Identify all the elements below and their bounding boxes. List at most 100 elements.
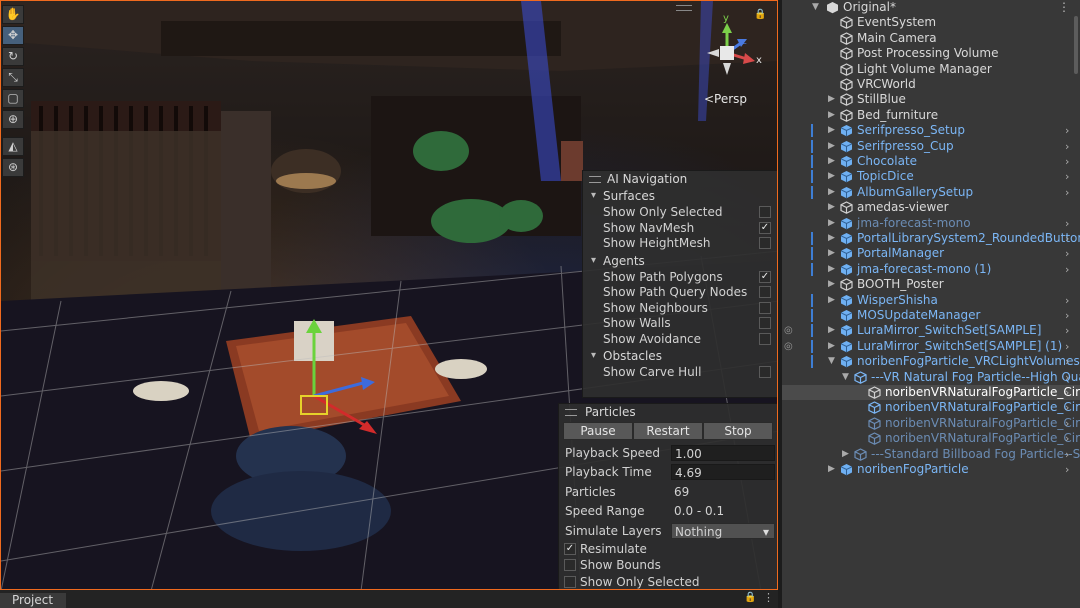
open-prefab-chevron-icon[interactable]: › bbox=[1065, 293, 1069, 308]
hierarchy-item[interactable]: ▶ WisperShisha › bbox=[782, 293, 1080, 308]
simulate-layers-dropdown[interactable]: Nothing bbox=[671, 522, 775, 540]
open-prefab-chevron-icon[interactable]: › bbox=[1065, 431, 1069, 446]
expand-right-icon[interactable]: ▶ bbox=[828, 123, 835, 138]
open-prefab-chevron-icon[interactable]: › bbox=[1065, 231, 1069, 246]
rotate-tool-button[interactable]: ↻ bbox=[2, 47, 24, 66]
expand-right-icon[interactable]: ▶ bbox=[842, 447, 849, 462]
option-row[interactable]: Show Walls bbox=[583, 316, 777, 332]
hierarchy-item[interactable]: ▶ StillBlue bbox=[782, 92, 1080, 107]
checkbox-checked[interactable]: ✓ bbox=[759, 221, 771, 234]
expand-right-icon[interactable]: ▶ bbox=[828, 216, 835, 231]
expand-right-icon[interactable]: ▶ bbox=[828, 246, 835, 261]
project-tab[interactable]: Project bbox=[0, 593, 66, 608]
visibility-hidden-icon[interactable]: ◎ bbox=[784, 339, 793, 354]
hierarchy-item[interactable]: ▶ jma-forecast-mono (1) › bbox=[782, 262, 1080, 277]
open-prefab-chevron-icon[interactable]: › bbox=[1065, 246, 1069, 261]
show-bounds-row[interactable]: Show Bounds bbox=[559, 557, 777, 574]
open-prefab-chevron-icon[interactable]: › bbox=[1065, 462, 1069, 477]
hierarchy-item[interactable]: Main Camera bbox=[782, 31, 1080, 46]
section-obstacles[interactable]: Obstacles bbox=[583, 347, 777, 365]
custom-tool-button[interactable]: ◭ bbox=[2, 137, 24, 156]
expand-down-icon[interactable]: ▼ bbox=[842, 370, 849, 385]
open-prefab-chevron-icon[interactable]: › bbox=[1065, 385, 1069, 400]
pause-button[interactable]: Pause bbox=[563, 422, 633, 440]
checkbox[interactable] bbox=[759, 332, 771, 345]
expand-right-icon[interactable]: ▶ bbox=[828, 108, 835, 123]
section-agents[interactable]: Agents bbox=[583, 252, 777, 270]
hierarchy-item[interactable]: ◎ ▶ LuraMirror_SwitchSet[SAMPLE] › bbox=[782, 323, 1080, 338]
hierarchy-item[interactable]: noribenVRNaturalFogParticle_Circle › bbox=[782, 400, 1080, 415]
hierarchy-item[interactable]: ◎ ▶ LuraMirror_SwitchSet[SAMPLE] (1) › bbox=[782, 339, 1080, 354]
resimulate-row[interactable]: ✓ Resimulate bbox=[559, 541, 777, 558]
scene-menu-icon[interactable]: ⋮ bbox=[1058, 0, 1070, 15]
hand-tool-button[interactable]: ✋ bbox=[2, 5, 24, 24]
hierarchy-scrollbar[interactable] bbox=[1074, 16, 1078, 74]
hierarchy-item[interactable]: noribenVRNaturalFogParticle_Circle › bbox=[782, 385, 1080, 401]
expand-right-icon[interactable]: ▶ bbox=[828, 185, 835, 200]
playback-speed-field[interactable]: 1.00 bbox=[671, 445, 775, 461]
hierarchy-item[interactable]: ▼ noribenFogParticle_VRCLightVolumes › bbox=[782, 354, 1080, 369]
open-prefab-chevron-icon[interactable]: › bbox=[1065, 308, 1069, 323]
expand-right-icon[interactable]: ▶ bbox=[828, 169, 835, 184]
hierarchy-item[interactable]: ▼ Original* ⋮ bbox=[782, 0, 1080, 15]
checkbox[interactable] bbox=[759, 286, 771, 298]
hierarchy-item[interactable]: ▶ PortalLibrarySystem2_RoundedButton › bbox=[782, 231, 1080, 246]
open-prefab-chevron-icon[interactable]: › bbox=[1065, 323, 1069, 338]
particles-header[interactable]: Particles bbox=[559, 404, 777, 420]
hierarchy-item[interactable]: noribenVRNaturalFogParticle_Circle › bbox=[782, 431, 1080, 446]
stop-button[interactable]: Stop bbox=[703, 422, 773, 440]
project-menu-icon[interactable]: ⋮ bbox=[763, 591, 774, 604]
open-prefab-chevron-icon[interactable]: › bbox=[1065, 447, 1069, 462]
expand-right-icon[interactable]: ▶ bbox=[828, 154, 835, 169]
hierarchy-item[interactable]: ▶ PortalManager › bbox=[782, 246, 1080, 261]
expand-down-icon[interactable]: ▼ bbox=[828, 354, 835, 369]
expand-right-icon[interactable]: ▶ bbox=[828, 339, 835, 354]
checkbox[interactable] bbox=[564, 559, 576, 572]
custom-tool-2-button[interactable]: ⊛ bbox=[2, 158, 24, 177]
checkbox[interactable] bbox=[759, 237, 771, 249]
open-prefab-chevron-icon[interactable]: › bbox=[1065, 185, 1069, 200]
expand-right-icon[interactable]: ▶ bbox=[828, 323, 835, 338]
hierarchy-item[interactable]: VRCWorld bbox=[782, 77, 1080, 92]
expand-right-icon[interactable]: ▶ bbox=[828, 200, 835, 215]
open-prefab-chevron-icon[interactable]: › bbox=[1065, 416, 1069, 431]
hierarchy-item[interactable]: ▶ TopicDice › bbox=[782, 169, 1080, 184]
hierarchy-item[interactable]: ▶ BOOTH_Poster bbox=[782, 277, 1080, 292]
option-row[interactable]: Show HeightMesh bbox=[583, 236, 777, 252]
hierarchy-item[interactable]: ▶ Bed_furniture bbox=[782, 108, 1080, 123]
hierarchy-item[interactable]: ▼ ---VR Natural Fog Particle--High Qua › bbox=[782, 370, 1080, 385]
hierarchy-item[interactable]: ▶ noribenFogParticle › bbox=[782, 462, 1080, 477]
expand-right-icon[interactable]: ▶ bbox=[828, 262, 835, 277]
hierarchy-item[interactable]: ▶ Chocolate › bbox=[782, 154, 1080, 169]
hierarchy-item[interactable]: ▶ ---Standard Billboad Fog Particle--St › bbox=[782, 447, 1080, 462]
hierarchy-item[interactable]: noribenVRNaturalFogParticle_Circle › bbox=[782, 416, 1080, 431]
move-tool-button[interactable]: ✥ bbox=[2, 26, 24, 45]
scale-tool-button[interactable]: ⤡ bbox=[2, 68, 24, 87]
checkbox[interactable] bbox=[759, 317, 771, 329]
expand-down-icon[interactable]: ▼ bbox=[812, 0, 819, 15]
option-row[interactable]: Show Path Polygons ✓ bbox=[583, 270, 777, 286]
open-prefab-chevron-icon[interactable]: › bbox=[1065, 339, 1069, 354]
hierarchy-item[interactable]: ▶ Serifpresso_Setup › bbox=[782, 123, 1080, 138]
hierarchy-item[interactable]: ▶ amedas-viewer bbox=[782, 200, 1080, 215]
hierarchy-item[interactable]: Post Processing Volume bbox=[782, 46, 1080, 61]
open-prefab-chevron-icon[interactable]: › bbox=[1065, 139, 1069, 154]
projection-toggle[interactable]: <Persp bbox=[704, 92, 747, 106]
checkbox[interactable] bbox=[759, 301, 771, 314]
expand-right-icon[interactable]: ▶ bbox=[828, 92, 835, 107]
restart-button[interactable]: Restart bbox=[633, 422, 703, 440]
open-prefab-chevron-icon[interactable]: › bbox=[1065, 400, 1069, 415]
scene-tab-handle[interactable] bbox=[676, 5, 692, 11]
expand-right-icon[interactable]: ▶ bbox=[828, 293, 835, 308]
option-row[interactable]: Show Avoidance bbox=[583, 332, 777, 348]
ai-navigation-header[interactable]: AI Navigation bbox=[583, 171, 777, 187]
checkbox[interactable] bbox=[759, 366, 771, 378]
show-only-selected-row[interactable]: Show Only Selected bbox=[559, 574, 777, 589]
checkbox[interactable] bbox=[564, 575, 576, 588]
hierarchy-item[interactable]: MOSUpdateManager › bbox=[782, 308, 1080, 323]
expand-right-icon[interactable]: ▶ bbox=[828, 462, 835, 477]
hierarchy-item[interactable]: EventSystem bbox=[782, 15, 1080, 30]
playback-time-field[interactable]: 4.69 bbox=[671, 464, 775, 481]
grip-icon[interactable] bbox=[565, 409, 577, 416]
checkbox-checked[interactable]: ✓ bbox=[564, 542, 576, 555]
